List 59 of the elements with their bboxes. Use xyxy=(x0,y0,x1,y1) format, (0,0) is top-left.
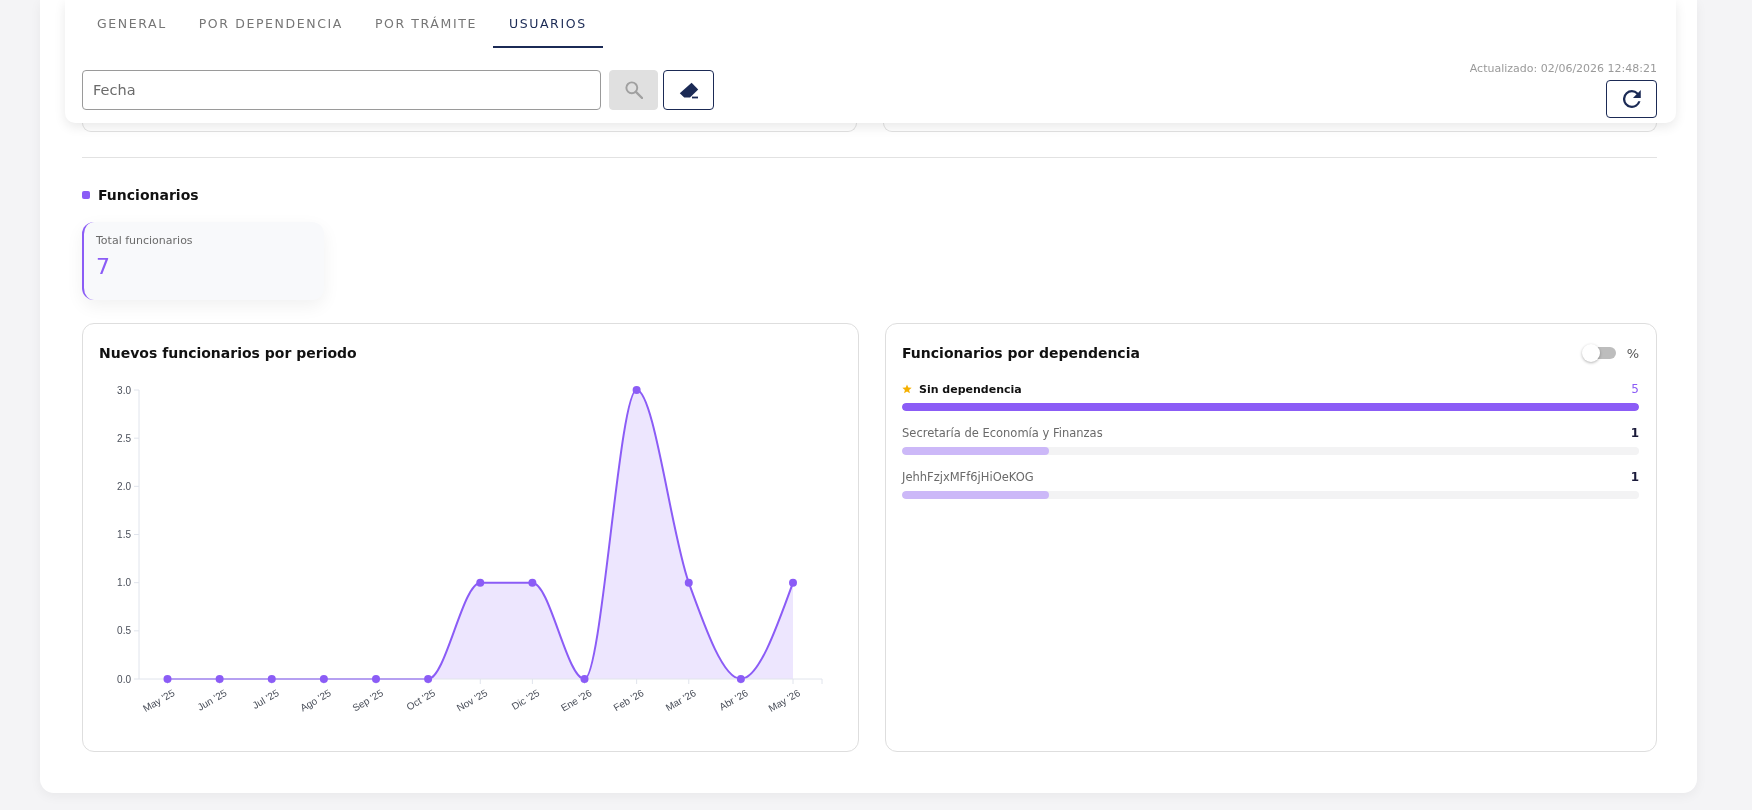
data-point xyxy=(319,675,328,683)
dependency-count: 1 xyxy=(1630,470,1639,484)
data-point xyxy=(528,578,537,587)
eraser-icon xyxy=(678,81,699,99)
axis-tick-label: Oct '25 xyxy=(404,687,438,713)
star-icon xyxy=(902,384,912,394)
axis-tick-label: Nov '25 xyxy=(454,687,490,714)
data-point xyxy=(267,675,276,683)
axis-tick-label: 3.0 xyxy=(117,384,131,396)
section-title: Funcionarios xyxy=(98,186,199,205)
axis-tick-label: Jul '25 xyxy=(250,687,281,712)
data-point xyxy=(424,675,433,683)
data-point xyxy=(789,578,797,587)
data-point xyxy=(215,675,224,683)
dependency-count: 1 xyxy=(1630,426,1639,440)
axis-tick-label: Ene '26 xyxy=(558,687,594,714)
tab[interactable]: GENERAL xyxy=(81,0,183,48)
axis-tick-label: 0.5 xyxy=(117,625,131,637)
clear-button[interactable] xyxy=(663,70,714,110)
search-icon xyxy=(624,81,643,99)
chart-title: Nuevos funcionarios por periodo xyxy=(99,344,357,363)
refresh-button[interactable] xyxy=(1606,80,1657,118)
chart-title: Funcionarios por dependencia xyxy=(902,344,1140,363)
stat-value: 7 xyxy=(96,253,110,281)
axis-tick-label: 0.0 xyxy=(117,673,131,685)
toggle-switch[interactable] xyxy=(1581,344,1616,362)
dependency-name: Sin dependencia xyxy=(919,382,1022,396)
data-point xyxy=(632,386,641,394)
dependency-count: 5 xyxy=(1631,382,1639,396)
tab[interactable]: POR TRÁMITE xyxy=(358,0,493,48)
axis-tick-label: Feb '26 xyxy=(611,687,646,714)
axis-tick-label: May '26 xyxy=(766,687,802,715)
data-point xyxy=(476,578,485,587)
refresh-icon xyxy=(1622,90,1641,108)
last-updated-text: Actualizado: 02/06/2026 12:48:21 xyxy=(1469,62,1657,76)
axis-tick-label: Sep '25 xyxy=(350,687,385,714)
axis-tick-label: 1.5 xyxy=(117,529,131,540)
data-point xyxy=(163,675,172,683)
data-point xyxy=(684,578,693,587)
dependency-name: Secretaría de Economía y Finanzas xyxy=(902,426,1103,440)
tab[interactable]: POR DEPENDENCIA xyxy=(182,0,359,48)
axis-tick-label: Jun '25 xyxy=(195,687,229,713)
axis-tick-label: Mar '26 xyxy=(663,687,698,714)
toggle-label: % xyxy=(1626,345,1639,361)
dependency-name: JehhFzjxMFf6jHiOeKOG xyxy=(902,470,1034,484)
date-field[interactable]: Fecha xyxy=(82,70,601,110)
stat-label: Total funcionarios xyxy=(96,234,193,248)
data-point xyxy=(736,675,745,683)
axis-tick-label: May '25 xyxy=(140,687,177,715)
axis-tick-label: 2.5 xyxy=(117,432,131,444)
axis-tick-label: Ago '25 xyxy=(298,687,333,714)
axis-tick-label: Abr '26 xyxy=(717,687,750,713)
data-point xyxy=(372,675,380,683)
data-point xyxy=(580,675,589,683)
bullet-icon xyxy=(82,191,90,199)
axis-tick-label: 2.0 xyxy=(117,480,131,492)
axis-tick-label: 1.0 xyxy=(117,577,131,589)
tab[interactable]: USUARIOS xyxy=(492,0,603,48)
axis-tick-label: Dic '25 xyxy=(509,687,542,712)
